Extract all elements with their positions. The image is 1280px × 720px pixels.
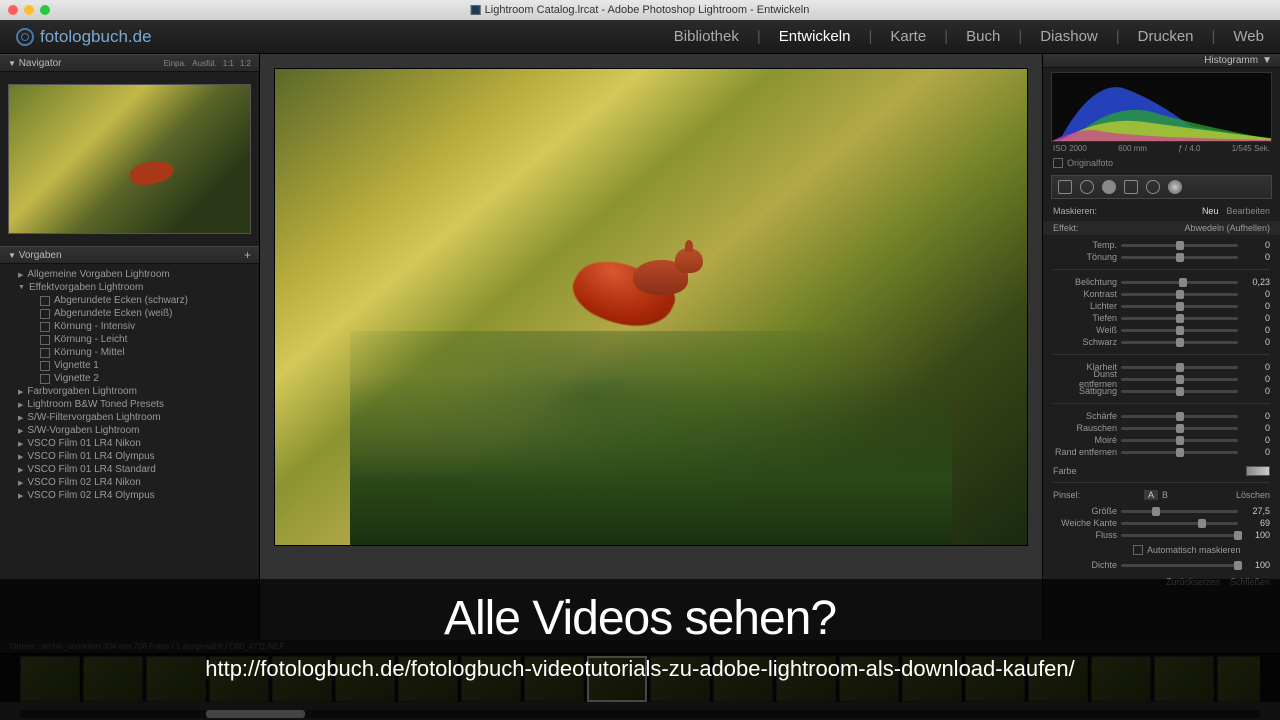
nav-11[interactable]: 1:1 <box>223 59 234 68</box>
lightroom-icon <box>471 5 481 15</box>
mask-label: Maskieren: <box>1053 206 1097 216</box>
crop-tool[interactable] <box>1058 180 1072 194</box>
add-preset-button[interactable]: + <box>244 248 251 262</box>
module-web[interactable]: Web <box>1233 26 1264 47</box>
preset-folder[interactable]: VSCO Film 02 LR4 Olympus <box>0 489 259 502</box>
effect-dropdown[interactable]: Abwedeln (Aufhellen) <box>1184 223 1270 233</box>
color-swatch[interactable] <box>1246 466 1270 476</box>
slider-randentfernen[interactable]: Rand entfernen0 <box>1043 446 1280 458</box>
promo-overlay: Alle Videos sehen? http://fotologbuch.de… <box>0 579 1280 702</box>
histogram[interactable] <box>1051 72 1272 142</box>
mask-new[interactable]: Neu <box>1202 206 1219 216</box>
brush-a[interactable]: A <box>1144 490 1158 500</box>
filmstrip-scrollbar[interactable] <box>20 710 1260 718</box>
original-checkbox[interactable]: Originalfoto <box>1043 155 1280 171</box>
preset-folder[interactable]: Farbvorgaben Lightroom <box>0 385 259 398</box>
identity-plate[interactable]: fotologbuch.de <box>16 27 152 47</box>
nav-12[interactable]: 1:2 <box>240 59 251 68</box>
slider-gre[interactable]: Größe27,5 <box>1043 505 1280 517</box>
zoom-window-btn[interactable] <box>40 5 50 15</box>
navigator-thumbnail[interactable] <box>8 84 251 234</box>
preset-folder[interactable]: VSCO Film 01 LR4 Standard <box>0 463 259 476</box>
loupe-view[interactable] <box>260 54 1042 640</box>
preset-folder[interactable]: VSCO Film 01 LR4 Olympus <box>0 450 259 463</box>
preset-folder[interactable]: S/W-Filtervorgaben Lightroom <box>0 411 259 424</box>
window-titlebar: Lightroom Catalog.lrcat - Adobe Photosho… <box>0 0 1280 20</box>
module-picker: Bibliothek | Entwickeln | Karte | Buch |… <box>674 26 1264 47</box>
module-entwickeln[interactable]: Entwickeln <box>779 26 851 47</box>
slider-schwarz[interactable]: Schwarz0 <box>1043 336 1280 348</box>
brush-b[interactable]: B <box>1158 490 1172 500</box>
module-bibliothek[interactable]: Bibliothek <box>674 26 739 47</box>
preset-item[interactable]: Vignette 2 <box>0 372 259 385</box>
color-label: Farbe <box>1053 466 1077 476</box>
photo[interactable] <box>274 68 1028 546</box>
tool-strip <box>1051 175 1272 199</box>
preset-item[interactable]: Vignette 1 <box>0 359 259 372</box>
slider-fluss[interactable]: Fluss100 <box>1043 529 1280 541</box>
preset-item[interactable]: Körnung - Intensiv <box>0 320 259 333</box>
slider-sttigung[interactable]: Sättigung0 <box>1043 385 1280 397</box>
window-title: Lightroom Catalog.lrcat - Adobe Photosho… <box>485 4 810 16</box>
left-panel: ▼ Navigator Einpa. Ausfül. 1:1 1:2 ▼ Vor… <box>0 54 260 640</box>
slider-rauschen[interactable]: Rauschen0 <box>1043 422 1280 434</box>
module-karte[interactable]: Karte <box>890 26 926 47</box>
mask-edit[interactable]: Bearbeiten <box>1226 206 1270 216</box>
histogram-meta: ISO 2000600 mmƒ / 4.01/545 Sek. <box>1043 142 1280 155</box>
effect-label: Effekt: <box>1053 223 1078 233</box>
module-diashow[interactable]: Diashow <box>1040 26 1098 47</box>
nav-fill[interactable]: Ausfül. <box>192 59 216 68</box>
auto-mask-checkbox[interactable]: Automatisch maskieren <box>1043 543 1280 557</box>
module-buch[interactable]: Buch <box>966 26 1000 47</box>
preset-folder[interactable]: Effektvorgaben Lightroom <box>0 281 259 294</box>
top-bar: fotologbuch.de Bibliothek | Entwickeln |… <box>0 20 1280 54</box>
brand-text: fotologbuch.de <box>40 27 152 47</box>
overlay-headline: Alle Videos sehen? <box>30 591 1250 646</box>
minimize-window-btn[interactable] <box>24 5 34 15</box>
presets-header[interactable]: ▼ Vorgaben + <box>0 246 259 264</box>
slider-kontrast[interactable]: Kontrast0 <box>1043 288 1280 300</box>
radial-tool[interactable] <box>1146 180 1160 194</box>
brush-label: Pinsel: <box>1053 490 1080 500</box>
right-panel: Histogramm▼ ISO 2000600 mmƒ / 4.01/545 S… <box>1042 54 1280 640</box>
preset-folder[interactable]: S/W-Vorgaben Lightroom <box>0 424 259 437</box>
preset-folder[interactable]: Allgemeine Vorgaben Lightroom <box>0 268 259 281</box>
preset-folder[interactable]: VSCO Film 01 LR4 Nikon <box>0 437 259 450</box>
slider-lichter[interactable]: Lichter0 <box>1043 300 1280 312</box>
navigator-header[interactable]: ▼ Navigator Einpa. Ausfül. 1:1 1:2 <box>0 54 259 72</box>
nav-fit[interactable]: Einpa. <box>164 59 187 68</box>
graduated-tool[interactable] <box>1124 180 1138 194</box>
histogram-header[interactable]: Histogramm▼ <box>1043 54 1280 68</box>
brand-icon <box>16 28 34 46</box>
close-window-btn[interactable] <box>8 5 18 15</box>
preset-item[interactable]: Körnung - Mittel <box>0 346 259 359</box>
slider-tiefen[interactable]: Tiefen0 <box>1043 312 1280 324</box>
preset-item[interactable]: Abgerundete Ecken (weiß) <box>0 307 259 320</box>
slider-schrfe[interactable]: Schärfe0 <box>1043 410 1280 422</box>
slider-tnung[interactable]: Tönung0 <box>1043 251 1280 263</box>
slider-dunstentfernen[interactable]: Dunst entfernen0 <box>1043 373 1280 385</box>
preset-item[interactable]: Körnung - Leicht <box>0 333 259 346</box>
slider-moir[interactable]: Moiré0 <box>1043 434 1280 446</box>
slider-wei[interactable]: Weiß0 <box>1043 324 1280 336</box>
module-drucken[interactable]: Drucken <box>1138 26 1194 47</box>
preset-folder[interactable]: VSCO Film 02 LR4 Nikon <box>0 476 259 489</box>
slider-dichte[interactable]: Dichte100 <box>1043 559 1280 571</box>
redeye-tool[interactable] <box>1102 180 1116 194</box>
preset-item[interactable]: Abgerundete Ecken (schwarz) <box>0 294 259 307</box>
slider-belichtung[interactable]: Belichtung0,23 <box>1043 276 1280 288</box>
preset-folder[interactable]: Lightroom B&W Toned Presets <box>0 398 259 411</box>
slider-weichekante[interactable]: Weiche Kante69 <box>1043 517 1280 529</box>
brush-erase[interactable]: Löschen <box>1236 490 1270 500</box>
slider-temp[interactable]: Temp.0 <box>1043 239 1280 251</box>
brush-tool[interactable] <box>1168 180 1182 194</box>
overlay-url: http://fotologbuch.de/fotologbuch-videot… <box>30 656 1250 682</box>
spot-tool[interactable] <box>1080 180 1094 194</box>
